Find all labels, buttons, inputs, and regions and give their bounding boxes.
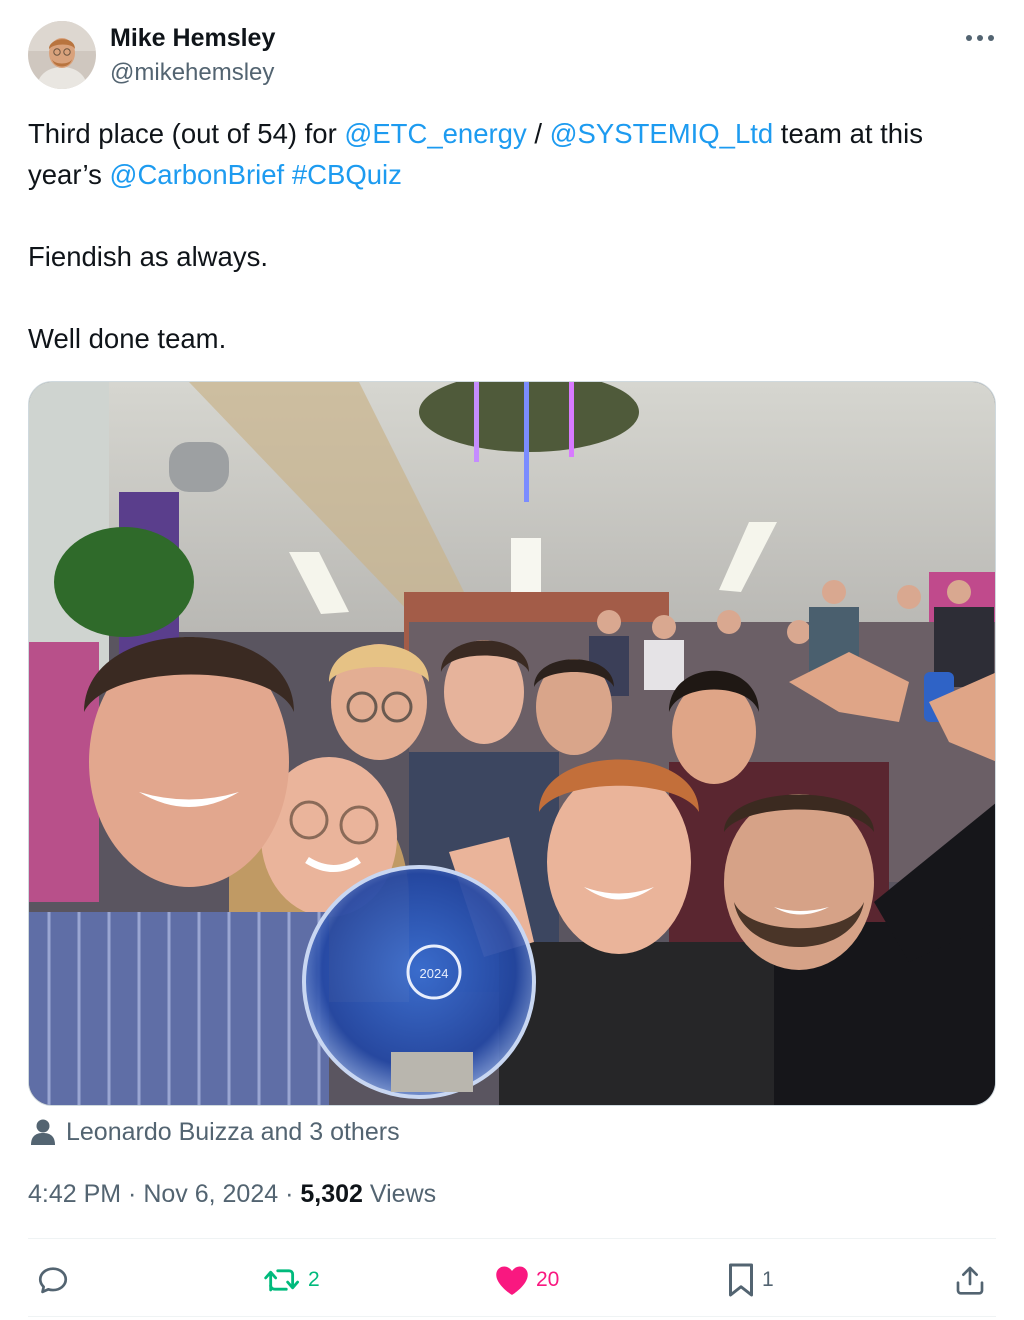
text-segment: team at this xyxy=(773,118,923,149)
person-icon xyxy=(31,1119,55,1145)
divider xyxy=(28,1238,996,1239)
bookmark-icon xyxy=(729,1263,753,1297)
author-handle[interactable]: @mikehemsley xyxy=(110,57,274,89)
tagged-people[interactable]: Leonardo Buizza and 3 others xyxy=(30,1114,400,1150)
more-icon xyxy=(966,35,994,41)
tweet-text-line: Third place (out of 54) for @ETC_energy … xyxy=(28,113,988,154)
share-icon xyxy=(956,1266,984,1295)
text-segment: / xyxy=(526,118,550,149)
mention-carbonbrief[interactable]: @CarbonBrief xyxy=(110,159,285,190)
retweet-icon xyxy=(264,1269,300,1292)
mention-systemiq[interactable]: @SYSTEMIQ_Ltd xyxy=(550,118,774,149)
more-options-button[interactable] xyxy=(958,22,1002,54)
like-count: 20 xyxy=(536,1268,560,1291)
mention-etc-energy[interactable]: @ETC_energy xyxy=(344,118,526,149)
tweet-text-line: year’s @CarbonBrief #CBQuiz xyxy=(28,154,988,195)
author-avatar[interactable] xyxy=(28,21,96,89)
tweet-paragraph: Fiendish as always. xyxy=(28,241,268,272)
tweet-time[interactable]: 4:42 PM xyxy=(28,1180,121,1208)
like-button[interactable]: 20 xyxy=(494,1258,559,1302)
tweet-text: Third place (out of 54) for @ETC_energy … xyxy=(28,113,988,359)
tweet-card: Mike Hemsley @mikehemsley Third place (o… xyxy=(0,0,1024,1320)
text-segment: Third place (out of 54) for xyxy=(28,118,345,149)
views-label: Views xyxy=(362,1180,437,1208)
text-segment: year’s xyxy=(28,159,110,190)
views-count: 5,302 xyxy=(300,1180,363,1208)
meta-separator: · xyxy=(278,1180,301,1208)
tweet-paragraph: Well done team. xyxy=(28,323,227,354)
meta-separator: · xyxy=(121,1180,144,1208)
divider xyxy=(28,1316,996,1317)
author-name[interactable]: Mike Hemsley xyxy=(110,22,275,54)
bookmark-button[interactable]: 1 xyxy=(726,1258,774,1302)
tweet-meta: 4:42 PM · Nov 6, 2024 · 5,302 Views xyxy=(28,1176,436,1212)
trophy-year: 2024 xyxy=(420,966,449,981)
tweet-photo[interactable]: 2024 xyxy=(28,381,996,1106)
reply-button[interactable] xyxy=(36,1258,76,1302)
tagged-label: Leonardo Buizza and 3 others xyxy=(66,1117,400,1146)
tweet-date[interactable]: Nov 6, 2024 xyxy=(143,1180,278,1208)
retweet-count: 2 xyxy=(308,1268,320,1291)
hashtag-cbquiz[interactable]: #CBQuiz xyxy=(292,159,402,190)
heart-icon xyxy=(496,1266,528,1295)
bookmark-count: 1 xyxy=(762,1268,774,1291)
retweet-button[interactable]: 2 xyxy=(262,1258,320,1302)
text-segment xyxy=(284,159,292,190)
share-button[interactable] xyxy=(954,1258,992,1302)
reply-icon xyxy=(38,1267,68,1294)
